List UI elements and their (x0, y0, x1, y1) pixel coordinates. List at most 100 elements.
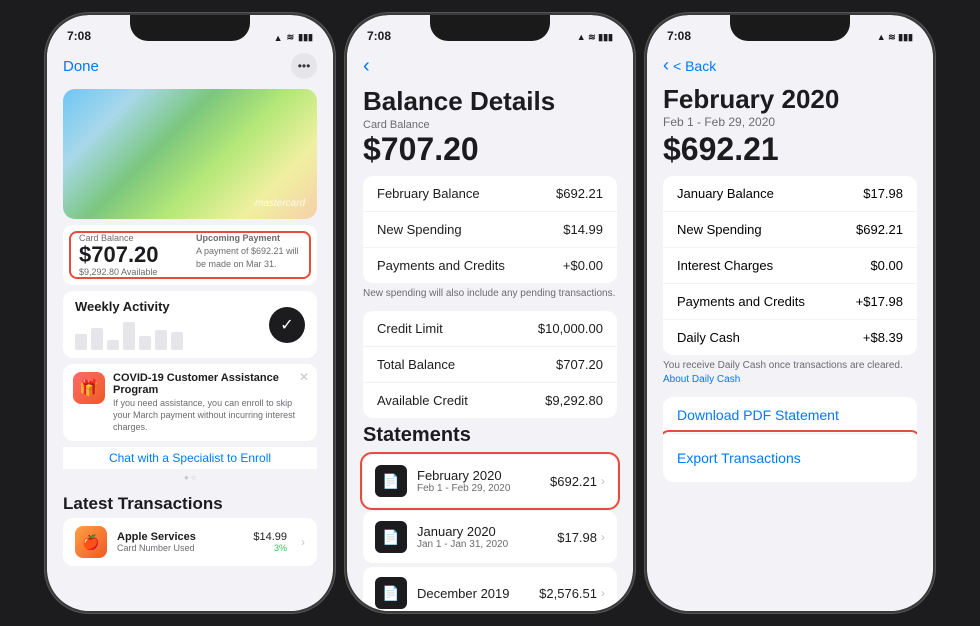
actions-container: Download PDF Statement Export Transactio… (663, 397, 917, 482)
december-2019-statement[interactable]: 📄 December 2019 $2,576.51 › (363, 567, 617, 611)
statement-date: Feb 1 - Feb 29, 2020 (417, 483, 540, 494)
upcoming-text: A payment of $692.21 will be made on Mar… (196, 245, 301, 270)
back-button[interactable]: < Back (673, 58, 716, 74)
new-spending-label: New Spending (377, 222, 462, 237)
credit-limit-label: Credit Limit (377, 321, 443, 336)
balance-details-title: Balance Details (347, 82, 633, 119)
weekly-bars (75, 320, 183, 350)
more-button[interactable]: ••• (291, 53, 317, 79)
status-time-2: 7:08 (367, 29, 391, 43)
balance-note: New spending will also include any pendi… (347, 283, 633, 307)
transaction-details: Apple Services Card Number Used (117, 531, 243, 553)
daily-cash-value: +$8.39 (863, 330, 903, 345)
download-pdf-row: Download PDF Statement (663, 397, 917, 434)
february-2020-title: February 2020 (647, 80, 933, 115)
transaction-right: $14.99 3% (253, 531, 287, 553)
credit-limit-row: Credit Limit $10,000.00 (363, 311, 617, 347)
feb-payments-credits-row: Payments and Credits +$17.98 (663, 284, 917, 320)
about-daily-cash-link[interactable]: About Daily Cash (663, 374, 740, 385)
card-balance-label: Card Balance (347, 119, 633, 131)
upcoming-label: Upcoming Payment (196, 233, 301, 243)
statement-amount: $692.21 (550, 474, 597, 489)
card-balance-amount: $707.20 (347, 131, 633, 176)
february-balance-label: February Balance (377, 186, 480, 201)
date-range: Feb 1 - Feb 29, 2020 (647, 115, 933, 131)
daily-cash-note: You receive Daily Cash once transactions… (647, 355, 933, 393)
statement-right-2: $17.98 › (557, 530, 605, 545)
covid-text-area: COVID-19 Customer Assistance Program If … (113, 372, 307, 433)
statement-details-3: December 2019 (417, 586, 529, 601)
statement-name-2: January 2020 (417, 524, 547, 539)
status-icons-2: ▲ ≋ ▮▮▮ (577, 32, 613, 43)
bar-1 (75, 334, 87, 350)
statement-doc-icon-3: 📄 (375, 577, 407, 609)
new-spending-value: $14.99 (563, 222, 603, 237)
phone-2: 7:08 ▲ ≋ ▮▮▮ ‹ Balance Details Card Bala… (345, 13, 635, 613)
transaction-amount: $14.99 (253, 531, 287, 543)
notch-2 (430, 15, 550, 41)
payments-credits-row: Payments and Credits +$0.00 (363, 248, 617, 283)
january-balance-label: January Balance (677, 186, 774, 201)
bar-3 (107, 340, 119, 350)
new-spending-row: New Spending $14.99 (363, 212, 617, 248)
statement-amount-3: $2,576.51 (539, 586, 597, 601)
bar-4 (123, 322, 135, 350)
notch-1 (130, 15, 250, 41)
interest-charges-row: Interest Charges $0.00 (663, 248, 917, 284)
february-rows: January Balance $17.98 New Spending $692… (663, 176, 917, 355)
interest-charges-value: $0.00 (870, 258, 903, 273)
statements-title: Statements (347, 418, 633, 451)
statement-doc-icon: 📄 (375, 465, 407, 497)
available-credit-value: $9,292.80 (545, 393, 603, 408)
upcoming-payment: Upcoming Payment A payment of $692.21 wi… (196, 233, 301, 277)
phone-1: 7:08 ▲ ≋ ▮▮▮ Done ••• mastercard Card Ba… (45, 13, 335, 613)
statement-name: February 2020 (417, 468, 540, 483)
february-2020-statement[interactable]: 📄 February 2020 Feb 1 - Feb 29, 2020 $69… (363, 455, 617, 507)
credit-rows: Credit Limit $10,000.00 Total Balance $7… (363, 311, 617, 418)
statement-details: February 2020 Feb 1 - Feb 29, 2020 (417, 468, 540, 494)
statement-doc-icon-2: 📄 (375, 521, 407, 553)
february-balance-value: $692.21 (556, 186, 603, 201)
status-icons-1: ▲ ≋ ▮▮▮ (274, 32, 313, 43)
payments-credits-label: Payments and Credits (377, 258, 505, 273)
done-button[interactable]: Done (63, 58, 99, 75)
phone-3: 7:08 ▲ ≋ ▮▮▮ ‹ < Back February 2020 Feb … (645, 13, 935, 613)
status-icons-3: ▲ ≋ ▮▮▮ (877, 32, 913, 43)
phone2-header: ‹ (347, 47, 633, 82)
bar-5 (139, 336, 151, 350)
feb-new-spending-value: $692.21 (856, 222, 903, 237)
export-transactions-link[interactable]: Export Transactions (677, 444, 903, 472)
balance-amount: $707.20 (79, 243, 184, 267)
covid-banner: 🎁 COVID-19 Customer Assistance Program I… (63, 364, 317, 441)
back-arrow-icon[interactable]: ‹ (363, 55, 370, 77)
january-2020-statement[interactable]: 📄 January 2020 Jan 1 - Jan 31, 2020 $17.… (363, 511, 617, 563)
statement-amount-2: $17.98 (557, 530, 597, 545)
transaction-item[interactable]: 🍎 Apple Services Card Number Used $14.99… (63, 518, 317, 566)
chat-link[interactable]: Chat with a Specialist to Enroll (63, 447, 317, 469)
feb-new-spending-label: New Spending (677, 222, 762, 237)
phone3-header: ‹ < Back (647, 47, 933, 80)
status-time-3: 7:08 (667, 29, 691, 43)
latest-transactions-title: Latest Transactions (47, 486, 333, 518)
export-row: Export Transactions (663, 434, 917, 482)
phone1-header: Done ••• (47, 47, 333, 83)
feb-payments-credits-value: +$17.98 (856, 294, 903, 309)
payments-credits-value: +$0.00 (563, 258, 603, 273)
statement-chevron-icon: › (601, 474, 605, 488)
bar-7 (171, 332, 183, 350)
weekly-title: Weekly Activity (75, 299, 183, 314)
statement-right: $692.21 › (550, 474, 605, 489)
bar-2 (91, 328, 103, 350)
back-chevron-icon: ‹ (663, 55, 669, 76)
february-amount: $692.21 (647, 131, 933, 176)
balance-left: Card Balance $707.20 $9,292.80 Available (79, 233, 184, 277)
total-balance-label: Total Balance (377, 357, 455, 372)
balance-section: Card Balance $707.20 $9,292.80 Available… (63, 225, 317, 285)
total-balance-row: Total Balance $707.20 (363, 347, 617, 383)
statement-right-3: $2,576.51 › (539, 586, 605, 601)
covid-close-icon[interactable]: ✕ (299, 370, 309, 384)
transaction-sub: Card Number Used (117, 543, 243, 553)
statement-chevron-icon-3: › (601, 586, 605, 600)
download-pdf-link[interactable]: Download PDF Statement (677, 407, 903, 423)
covid-icon: 🎁 (73, 372, 105, 404)
